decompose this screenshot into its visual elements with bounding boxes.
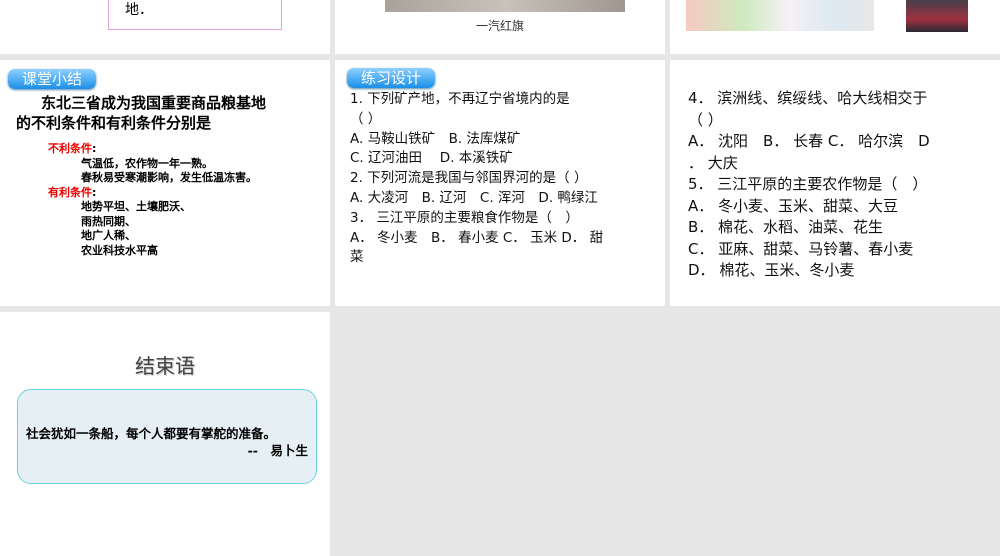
question-list: 1. 下列矿产地，不再辽宁省境内的是 （ ） A. 马鞍山铁矿 B. 法库煤矿 … [350,91,604,266]
slide-thumbnail-exercise[interactable]: 1. 下列矿产地，不再辽宁省境内的是 （ ） A. 马鞍山铁矿 B. 法库煤矿 … [335,60,665,306]
question-list: 4． 滨洲线、缤绥线、哈大线相交于 （ ） A． 沈阳 B． 长春 C． 哈尔滨… [688,89,930,279]
slide-thumbnail-3[interactable] [670,0,1000,54]
car-photo [385,0,625,12]
summary-title: 东北三省成为我国重要商品粮基地 的不利条件和有利条件分别是 [16,94,267,132]
ending-title: 结束语 [135,354,195,378]
slide-thumbnail-2[interactable]: 一汽红旗 [335,0,665,54]
slide-thumbnail-summary[interactable]: 课堂小结 东北三省成为我国重要商品粮基地 的不利条件和有利条件分别是 不利条件:… [0,60,330,306]
slide-thumbnail-1[interactable]: 地． [0,0,330,54]
slide-thumbnail-ending[interactable]: 结束语 社会犹如一条船，每个人都要有掌舵的准备。 -- 易卜生 [0,312,330,556]
slide-thumbnail-exercise-2[interactable]: 4． 滨洲线、缤绥线、哈大线相交于 （ ） A． 沈阳 B． 长春 C． 哈尔滨… [670,60,1000,306]
quote-box: 社会犹如一条船，每个人都要有掌舵的准备。 -- 易卜生 [17,389,317,484]
photo-image [906,0,968,32]
map-image [686,0,874,31]
exercise-badge: 练习设计 [347,68,436,88]
summary-badge: 课堂小结 [8,69,97,89]
text-box: 地． [108,0,282,30]
conditions: 不利条件: 气温低，农作物一年一熟。 春秋易受寒潮影响，发生低温冻害。 有利条件… [48,142,257,257]
